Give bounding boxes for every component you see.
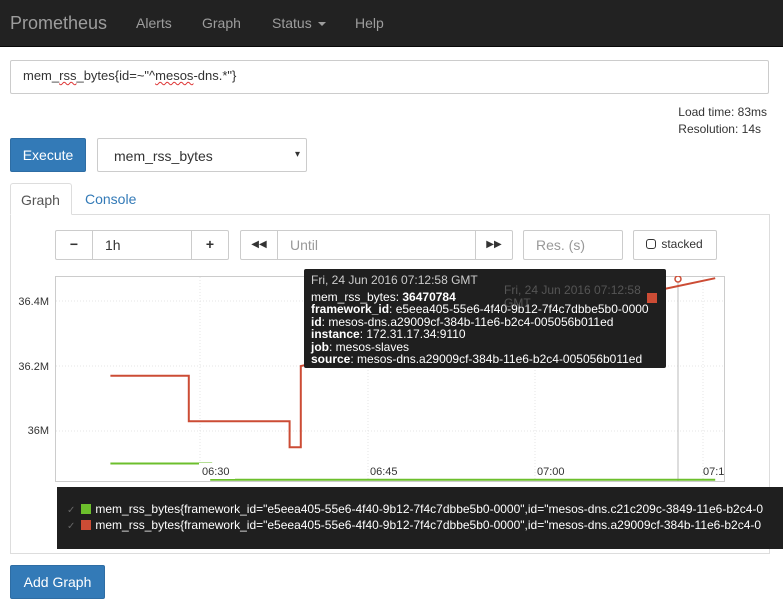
metric-select-value: mem_rss_bytes: [114, 148, 213, 164]
expr-part: _bytes{id=~"^: [76, 68, 156, 83]
checkbox-icon: [646, 239, 656, 249]
back-icon[interactable]: ◀◀: [240, 230, 278, 260]
tooltip-row: source: mesos-dns.a29009cf-384b-11e6-b2c…: [311, 352, 643, 366]
legend-item[interactable]: ✓ mem_rss_bytes{framework_id="e5eea405-55…: [67, 518, 761, 534]
y-tick-label: 36.2M: [18, 361, 49, 373]
hover-point: [674, 276, 682, 283]
expr-part: mem_: [23, 68, 60, 83]
stacked-label: stacked: [661, 237, 703, 251]
stacked-toggle[interactable]: stacked: [633, 230, 717, 260]
nav-graph[interactable]: Graph: [202, 15, 241, 31]
legend-label: mem_rss_bytes{framework_id="e5eea405-55e…: [95, 518, 762, 532]
check-icon: ✓: [67, 505, 76, 516]
resolution: Resolution: 14s: [678, 122, 761, 136]
add-graph-button[interactable]: Add Graph: [10, 565, 105, 599]
expression-input[interactable]: mem_rss_bytes{id=~"^mesos-dns.*"}: [10, 60, 769, 94]
forward-icon[interactable]: ▶▶: [475, 230, 513, 260]
legend-item[interactable]: ✓ mem_rss_bytes{framework_id="e5eea405-55…: [67, 502, 763, 518]
range-minus-button[interactable]: −: [55, 230, 93, 260]
x-tick-label: 07:15: [703, 466, 725, 478]
query-stats: Load time: 83ms Resolution: 14s: [678, 104, 767, 138]
resolution-input[interactable]: Res. (s): [523, 230, 623, 260]
range-plus-button[interactable]: +: [191, 230, 229, 260]
tooltip-value: mesos-dns.a29009cf-384b-11e6-b2c4-005056…: [357, 352, 643, 366]
series-swatch: [81, 520, 92, 530]
series-swatch: [81, 504, 92, 514]
nav-status[interactable]: Status: [272, 15, 326, 31]
execute-button[interactable]: Execute: [10, 138, 86, 172]
x-tick-label: 06:30: [202, 466, 230, 478]
tab-console[interactable]: Console: [75, 183, 146, 215]
brand-logo[interactable]: Prometheus: [10, 13, 107, 34]
navbar: Prometheus Alerts Graph Status Help: [0, 0, 783, 47]
caret-down-icon: [317, 22, 326, 27]
chevron-down-icon: ▾: [294, 149, 300, 160]
nav-help[interactable]: Help: [355, 15, 384, 31]
check-icon: ✓: [67, 521, 76, 532]
tooltip-key: source: [311, 352, 351, 366]
hover-tooltip: Fri, 24 Jun 2016 07:12:58 GMT Fri, 24 Ju…: [304, 269, 666, 368]
expr-part: -dns.*"}: [193, 68, 237, 83]
x-tick-label: 06:45: [370, 466, 398, 478]
tooltip-swatch: [647, 293, 657, 303]
until-input[interactable]: Until: [277, 230, 476, 260]
tooltip-time-faded: Fri, 24 Jun 2016 07:12:58 GMT: [504, 283, 641, 310]
metric-select[interactable]: mem_rss_bytes ▾: [97, 138, 307, 172]
expr-part: mesos: [155, 68, 194, 83]
y-tick-label: 36.4M: [18, 296, 49, 308]
tab-graph[interactable]: Graph: [10, 183, 72, 215]
graph-legend: ✓ mem_rss_bytes{framework_id="e5eea405-55…: [57, 487, 783, 549]
range-input[interactable]: 1h: [92, 230, 192, 260]
legend-label: mem_rss_bytes{framework_id="e5eea405-55e…: [95, 502, 764, 516]
nav-alerts[interactable]: Alerts: [136, 15, 172, 31]
expr-part: rss: [59, 68, 77, 83]
x-tick-label: 07:00: [537, 466, 565, 478]
y-tick-label: 36M: [27, 425, 49, 437]
nav-status-label: Status: [272, 15, 312, 31]
load-time: Load time: 83ms: [678, 105, 767, 119]
